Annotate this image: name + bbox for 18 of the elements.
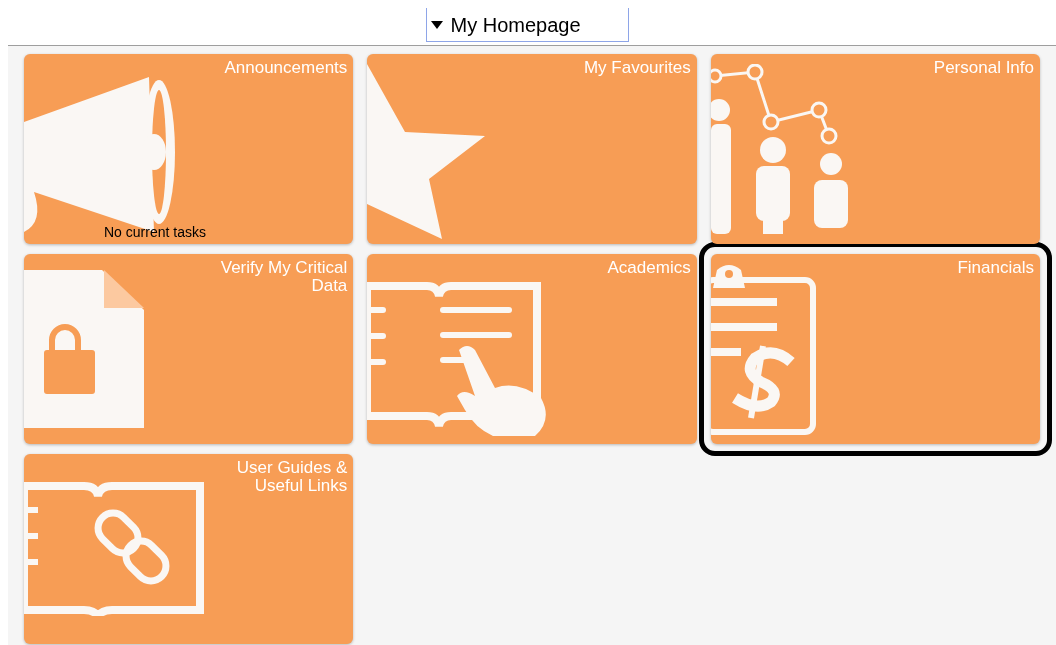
locked-document-icon bbox=[24, 270, 146, 430]
tile-title: Announcements bbox=[224, 59, 348, 77]
homepage-dropdown[interactable]: My Homepage bbox=[425, 8, 629, 42]
caret-icon bbox=[430, 20, 443, 29]
tile-title: User Guides & Useful Links bbox=[235, 459, 348, 495]
tile-title: Personal Info bbox=[933, 59, 1034, 77]
tile-title: My Favourites bbox=[583, 59, 691, 77]
tile-title: Academics bbox=[607, 259, 691, 277]
homepage-tile[interactable]: Financials bbox=[710, 254, 1040, 444]
homepage-tile[interactable]: Announcements No current tasks bbox=[24, 54, 354, 244]
homepage-tile[interactable]: Personal Info bbox=[710, 54, 1040, 244]
homepage-tile[interactable]: User Guides & Useful Links bbox=[24, 454, 354, 644]
homepage-tile[interactable]: My Favourites bbox=[367, 54, 697, 244]
tile-status: No current tasks bbox=[104, 223, 206, 242]
tile-title: Financials bbox=[957, 259, 1034, 277]
tile-title: Verify My Critical Data bbox=[219, 259, 348, 295]
homepage-tile[interactable]: Academics bbox=[367, 254, 697, 444]
homepage-tile[interactable]: Verify My Critical Data bbox=[24, 254, 354, 444]
